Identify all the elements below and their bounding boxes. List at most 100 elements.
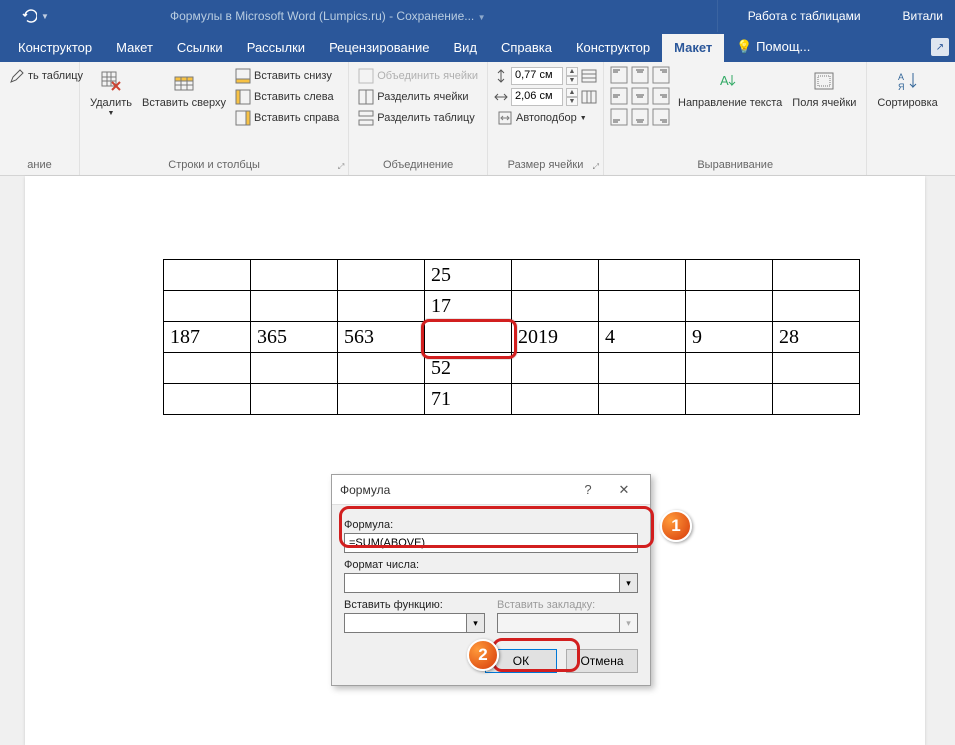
tab-table-constructor[interactable]: Конструктор [564, 34, 662, 62]
height-icon [494, 69, 508, 83]
svg-text:Я: Я [898, 82, 905, 92]
insert-right-icon [235, 110, 251, 126]
table-row: 18736556320194928 [164, 322, 860, 353]
share-icon[interactable]: ↗ [931, 38, 949, 56]
tab-links[interactable]: Ссылки [165, 34, 235, 62]
formula-label: Формула: [344, 519, 638, 531]
dialog-launcher-icon[interactable]: ⤢ [593, 162, 599, 172]
annotation-badge-1: 1 [660, 510, 692, 542]
text-direction-button[interactable]: A Направление текста [674, 66, 786, 112]
undo-icon[interactable] [21, 8, 37, 24]
insert-above-button[interactable]: Вставить сверху [138, 66, 230, 112]
align-mc-icon[interactable] [631, 87, 651, 107]
split-table-button[interactable]: Разделить таблицу [355, 108, 478, 128]
document-page: 25 17 18736556320194928 52 71 Формула ? … [25, 176, 925, 745]
distribute-rows-icon[interactable] [581, 69, 597, 83]
align-tc-icon[interactable] [631, 66, 651, 86]
insert-below-icon [235, 68, 251, 84]
ribbon-tabs: Конструктор Макет Ссылки Рассылки Реценз… [0, 32, 955, 62]
tab-mailings[interactable]: Рассылки [235, 34, 317, 62]
row-height-field[interactable]: 0,77 см ▲▼ [494, 66, 597, 86]
delete-button[interactable]: Удалить▼ [86, 66, 136, 121]
table-delete-icon [98, 68, 124, 94]
table-row: 25 [164, 260, 860, 291]
col-width-field[interactable]: 2,06 см ▲▼ [494, 87, 597, 107]
spin-up-icon[interactable]: ▲ [566, 88, 578, 97]
align-tl-icon[interactable] [610, 66, 630, 86]
ribbon: ть таблицу ание Удалить▼ Вставить сверху… [0, 62, 955, 176]
word-table[interactable]: 25 17 18736556320194928 52 71 [163, 259, 860, 415]
quick-access-toolbar: ▼ [0, 8, 70, 24]
merge-cells-icon [358, 68, 374, 84]
align-tr-icon[interactable] [652, 66, 672, 86]
number-format-label: Формат числа: [344, 559, 638, 571]
table-tools-context-label: Работа с таблицами [717, 0, 891, 32]
distribute-cols-icon[interactable] [581, 90, 597, 104]
align-bl-icon[interactable] [610, 108, 630, 128]
svg-text:А: А [898, 72, 904, 82]
merge-cells-button: Объединить ячейки [355, 66, 481, 86]
insert-right-button[interactable]: Вставить справа [232, 108, 342, 128]
cell-margins-button[interactable]: Поля ячейки [788, 66, 860, 112]
table-row: 17 [164, 291, 860, 322]
tab-view[interactable]: Вид [441, 34, 489, 62]
close-icon[interactable]: ✕ [606, 482, 642, 498]
user-name[interactable]: Витали [891, 9, 955, 23]
align-br-icon[interactable] [652, 108, 672, 128]
window-title: Формулы в Microsoft Word (Lumpics.ru) - … [70, 9, 717, 23]
align-ml-icon[interactable] [610, 87, 630, 107]
insert-above-icon [171, 68, 197, 94]
qat-dropdown-icon[interactable]: ▼ [41, 12, 49, 21]
formula-input[interactable] [344, 533, 638, 553]
group-label-alignment: Выравнивание [610, 157, 860, 173]
tab-review[interactable]: Рецензирование [317, 34, 441, 62]
chevron-down-icon[interactable]: ▾ [620, 573, 638, 593]
tab-tell-me[interactable]: 💡 Помощ... [724, 33, 822, 62]
cancel-button[interactable]: Отмена [566, 649, 638, 673]
tab-table-layout[interactable]: Макет [662, 34, 724, 62]
width-icon [494, 90, 508, 104]
autofit-button[interactable]: Автоподбор ▼ [494, 108, 590, 128]
group-label-rows-cols: Строки и столбцы [86, 157, 342, 173]
dialog-launcher-icon[interactable]: ⤢ [338, 162, 344, 172]
insert-bookmark-combo: ▾ [497, 613, 638, 633]
sort-button[interactable]: АЯ Сортировка [873, 66, 941, 112]
chevron-down-icon: ▾ [620, 613, 638, 633]
group-label-draw: ание [6, 157, 73, 173]
annotation-badge-2: 2 [467, 639, 499, 671]
dialog-title-text: Формула [340, 483, 570, 497]
align-mr-icon[interactable] [652, 87, 672, 107]
insert-left-icon [235, 89, 251, 105]
cell-margins-icon [811, 68, 837, 94]
tab-constructor[interactable]: Конструктор [0, 34, 104, 62]
pencil-icon [9, 68, 25, 84]
insert-function-combo[interactable]: ▾ [344, 613, 485, 633]
split-cells-icon [358, 89, 374, 105]
sort-icon: АЯ [895, 68, 921, 94]
number-format-combo[interactable]: ▾ [344, 573, 638, 593]
help-icon[interactable]: ? [570, 482, 606, 497]
spin-down-icon[interactable]: ▼ [566, 76, 578, 85]
split-cells-button[interactable]: Разделить ячейки [355, 87, 471, 107]
text-direction-icon: A [717, 68, 743, 94]
insert-below-button[interactable]: Вставить снизу [232, 66, 342, 86]
split-table-icon [358, 110, 374, 126]
dialog-titlebar[interactable]: Формула ? ✕ [332, 475, 650, 505]
autofit-icon [497, 110, 513, 126]
draw-table-button[interactable]: ть таблицу [6, 66, 86, 86]
svg-text:A: A [720, 73, 729, 88]
alignment-grid[interactable] [610, 66, 672, 128]
group-label-cell-size: Размер ячейки [494, 157, 597, 173]
chevron-down-icon[interactable]: ▾ [467, 613, 485, 633]
align-bc-icon[interactable] [631, 108, 651, 128]
table-row: 52 [164, 353, 860, 384]
title-bar: ▼ Формулы в Microsoft Word (Lumpics.ru) … [0, 0, 955, 32]
spin-down-icon[interactable]: ▼ [566, 97, 578, 106]
tab-layout[interactable]: Макет [104, 34, 165, 62]
active-formula-cell[interactable] [425, 322, 512, 353]
insert-left-button[interactable]: Вставить слева [232, 87, 342, 107]
insert-bookmark-label: Вставить закладку: [497, 599, 638, 611]
tab-help[interactable]: Справка [489, 34, 564, 62]
spin-up-icon[interactable]: ▲ [566, 67, 578, 76]
table-row: 71 [164, 384, 860, 415]
